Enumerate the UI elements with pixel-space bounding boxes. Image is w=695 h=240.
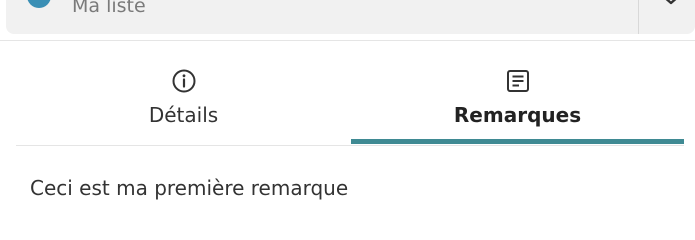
list-color-dot xyxy=(27,0,51,8)
list-select-value: Ma liste xyxy=(72,0,146,17)
document-icon xyxy=(506,70,529,92)
list-select[interactable]: Ma liste xyxy=(6,0,695,34)
active-tab-indicator xyxy=(351,139,684,144)
tab-remarks[interactable]: Remarques xyxy=(351,56,684,144)
remark-item: Ceci est ma première remarque xyxy=(30,176,349,200)
info-icon xyxy=(172,69,195,93)
header-divider xyxy=(0,40,695,41)
tab-label: Remarques xyxy=(453,103,582,127)
tab-details[interactable]: Détails xyxy=(16,56,351,144)
select-divider xyxy=(638,0,639,34)
tabs-divider xyxy=(16,145,684,146)
tab-label: Détails xyxy=(148,103,219,127)
chevron-down-icon[interactable] xyxy=(656,0,686,12)
